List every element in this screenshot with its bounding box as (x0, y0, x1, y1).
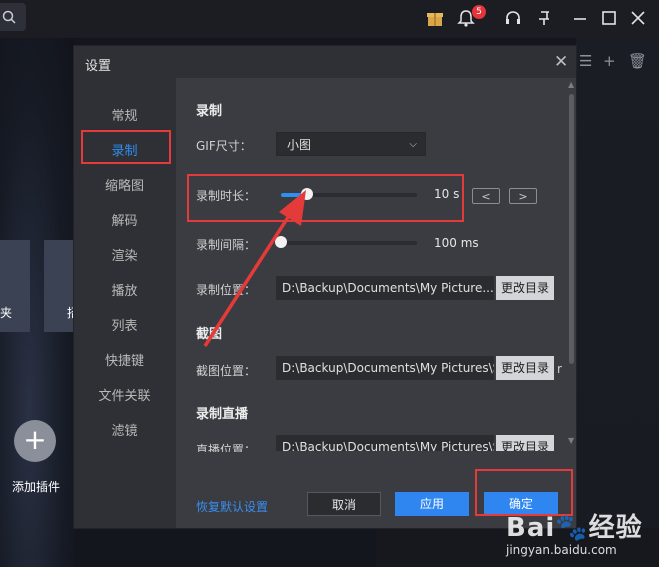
gift-icon[interactable] (425, 8, 445, 28)
trash-icon[interactable]: 🗑 (628, 52, 647, 70)
nav-thumbnail[interactable]: 缩略图 (74, 175, 175, 194)
interval-label: 录制间隔： (196, 238, 257, 252)
nav-decode[interactable]: 解码 (74, 210, 175, 229)
nav-render[interactable]: 渲染 (74, 245, 175, 264)
scrollbar-thumb[interactable] (569, 94, 574, 364)
duration-decrease-button[interactable]: < (472, 188, 500, 204)
record-section-title: 录制 (196, 104, 223, 119)
screenshot-change-dir-button[interactable]: 更改目录 (496, 356, 554, 380)
app-search-box[interactable] (0, 3, 26, 31)
watermark-logo: Bai🐾经验 (506, 513, 643, 543)
watermark-url: jingyan.baidu.com (506, 543, 617, 557)
settings-dialog: 设置 ✕ 常规 录制 缩略图 解码 渲染 播放 列表 快捷键 文件关联 滤镜 录… (74, 46, 576, 528)
live-change-dir-button[interactable]: 更改目录 (496, 435, 554, 451)
highlight-box-record-nav (81, 130, 171, 164)
live-location-field[interactable]: D:\Backup\Documents\My Pictures\S (276, 435, 494, 451)
headset-icon[interactable] (503, 8, 523, 28)
screenshot-section-title: 截图 (196, 327, 223, 342)
dialog-title: 设置 (85, 59, 112, 74)
interval-slider-handle[interactable] (275, 236, 287, 248)
duration-increase-button[interactable]: > (509, 188, 537, 204)
list-icon[interactable]: ☰ (579, 52, 592, 70)
nav-hotkeys[interactable]: 快捷键 (74, 350, 175, 369)
baidu-watermark: Bai🐾经验 jingyan.baidu.com (506, 507, 654, 565)
interval-slider[interactable] (275, 236, 417, 248)
maximize-icon[interactable] (599, 8, 619, 28)
restore-defaults-link[interactable]: 恢复默认设置 (196, 498, 268, 515)
interval-value: 100 ms (434, 236, 479, 250)
settings-content: 录制 GIF尺寸： 小图 ⌵ 录制时长： 10 s < > 录制间隔： 100 … (176, 78, 576, 528)
add-plugin-button[interactable]: + (14, 420, 56, 462)
record-change-dir-button[interactable]: 更改目录 (496, 276, 554, 300)
cancel-button[interactable]: 取消 (307, 492, 381, 516)
search-icon (2, 10, 16, 24)
app-right-panel (576, 38, 659, 567)
app-titlebar (0, 0, 659, 38)
gif-size-label: GIF尺寸： (196, 139, 252, 153)
plugin-tile-label: 夹 (0, 306, 13, 320)
apply-button[interactable]: 应用 (395, 492, 469, 516)
add-plugin-label: 添加插件 (12, 480, 61, 494)
nav-filters[interactable]: 滤镜 (74, 420, 175, 439)
scroll-up-arrow[interactable]: ▲ (568, 80, 574, 89)
overflow-text: r (557, 362, 562, 376)
record-location-field[interactable]: D:\Backup\Documents\My Picture... (276, 276, 494, 300)
screenshot-location-field[interactable]: D:\Backup\Documents\My Pictures\S (276, 356, 494, 380)
pin-icon[interactable] (535, 8, 555, 28)
gif-size-value: 小图 (287, 138, 312, 152)
record-location-label: 录制位置： (196, 283, 257, 297)
live-section-title: 录制直播 (196, 407, 249, 422)
highlight-box-duration (187, 174, 464, 222)
nav-playback[interactable]: 播放 (74, 280, 175, 299)
nav-general[interactable]: 常规 (74, 105, 175, 124)
add-icon[interactable]: + (603, 52, 616, 70)
minimize-icon[interactable] (570, 8, 590, 28)
chevron-down-icon: ⌵ (409, 139, 417, 150)
gif-size-dropdown[interactable]: 小图 ⌵ (276, 132, 426, 156)
scroll-down-arrow[interactable]: ▼ (568, 436, 574, 445)
screenshot-location-label: 截图位置： (196, 364, 257, 378)
close-icon[interactable]: ✕ (554, 52, 568, 72)
nav-file-association[interactable]: 文件关联 (74, 385, 175, 404)
dialog-header: 设置 ✕ (74, 46, 576, 78)
window-close-icon[interactable] (628, 8, 648, 28)
live-location-label: 直播位置： (196, 443, 257, 452)
notification-badge: 5 (472, 5, 486, 19)
nav-playlist[interactable]: 列表 (74, 315, 175, 334)
